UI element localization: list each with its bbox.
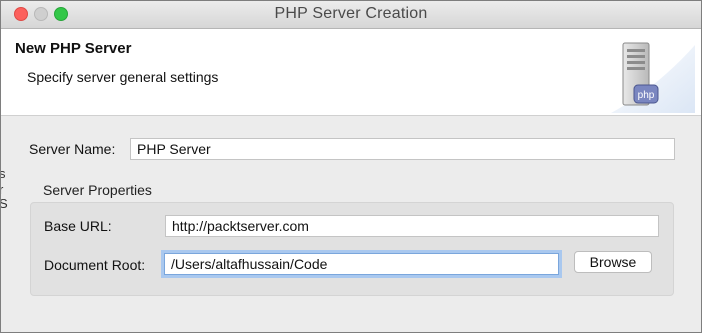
header-banner: New PHP Server Specify server general se…	[1, 29, 701, 116]
server-name-label: Server Name:	[29, 141, 116, 157]
document-root-label: Document Root:	[44, 257, 146, 273]
edge-fragment: s	[1, 166, 6, 181]
edge-fragment: S	[1, 196, 8, 211]
php-badge-label: php	[638, 90, 655, 101]
banner-subtitle: Specify server general settings	[27, 69, 219, 85]
server-properties-group-title: Server Properties	[43, 182, 152, 198]
edge-fragment: l	[1, 132, 2, 147]
server-name-input[interactable]	[130, 138, 675, 160]
base-url-input[interactable]	[165, 215, 659, 237]
browse-button[interactable]: Browse	[574, 251, 652, 273]
php-server-icon: php	[611, 42, 695, 113]
form-area: l l s r S Server Name: Server Properties…	[1, 114, 701, 332]
document-root-input[interactable]	[164, 253, 559, 275]
edge-fragment: l	[1, 114, 2, 129]
dialog-window: PHP Server Creation New PHP Server Speci…	[0, 0, 702, 333]
banner-title: New PHP Server	[15, 40, 132, 57]
base-url-label: Base URL:	[44, 218, 112, 234]
window-title: PHP Server Creation	[274, 5, 428, 22]
edge-fragment: r	[1, 182, 3, 197]
title-bar[interactable]: PHP Server Creation	[1, 1, 701, 29]
